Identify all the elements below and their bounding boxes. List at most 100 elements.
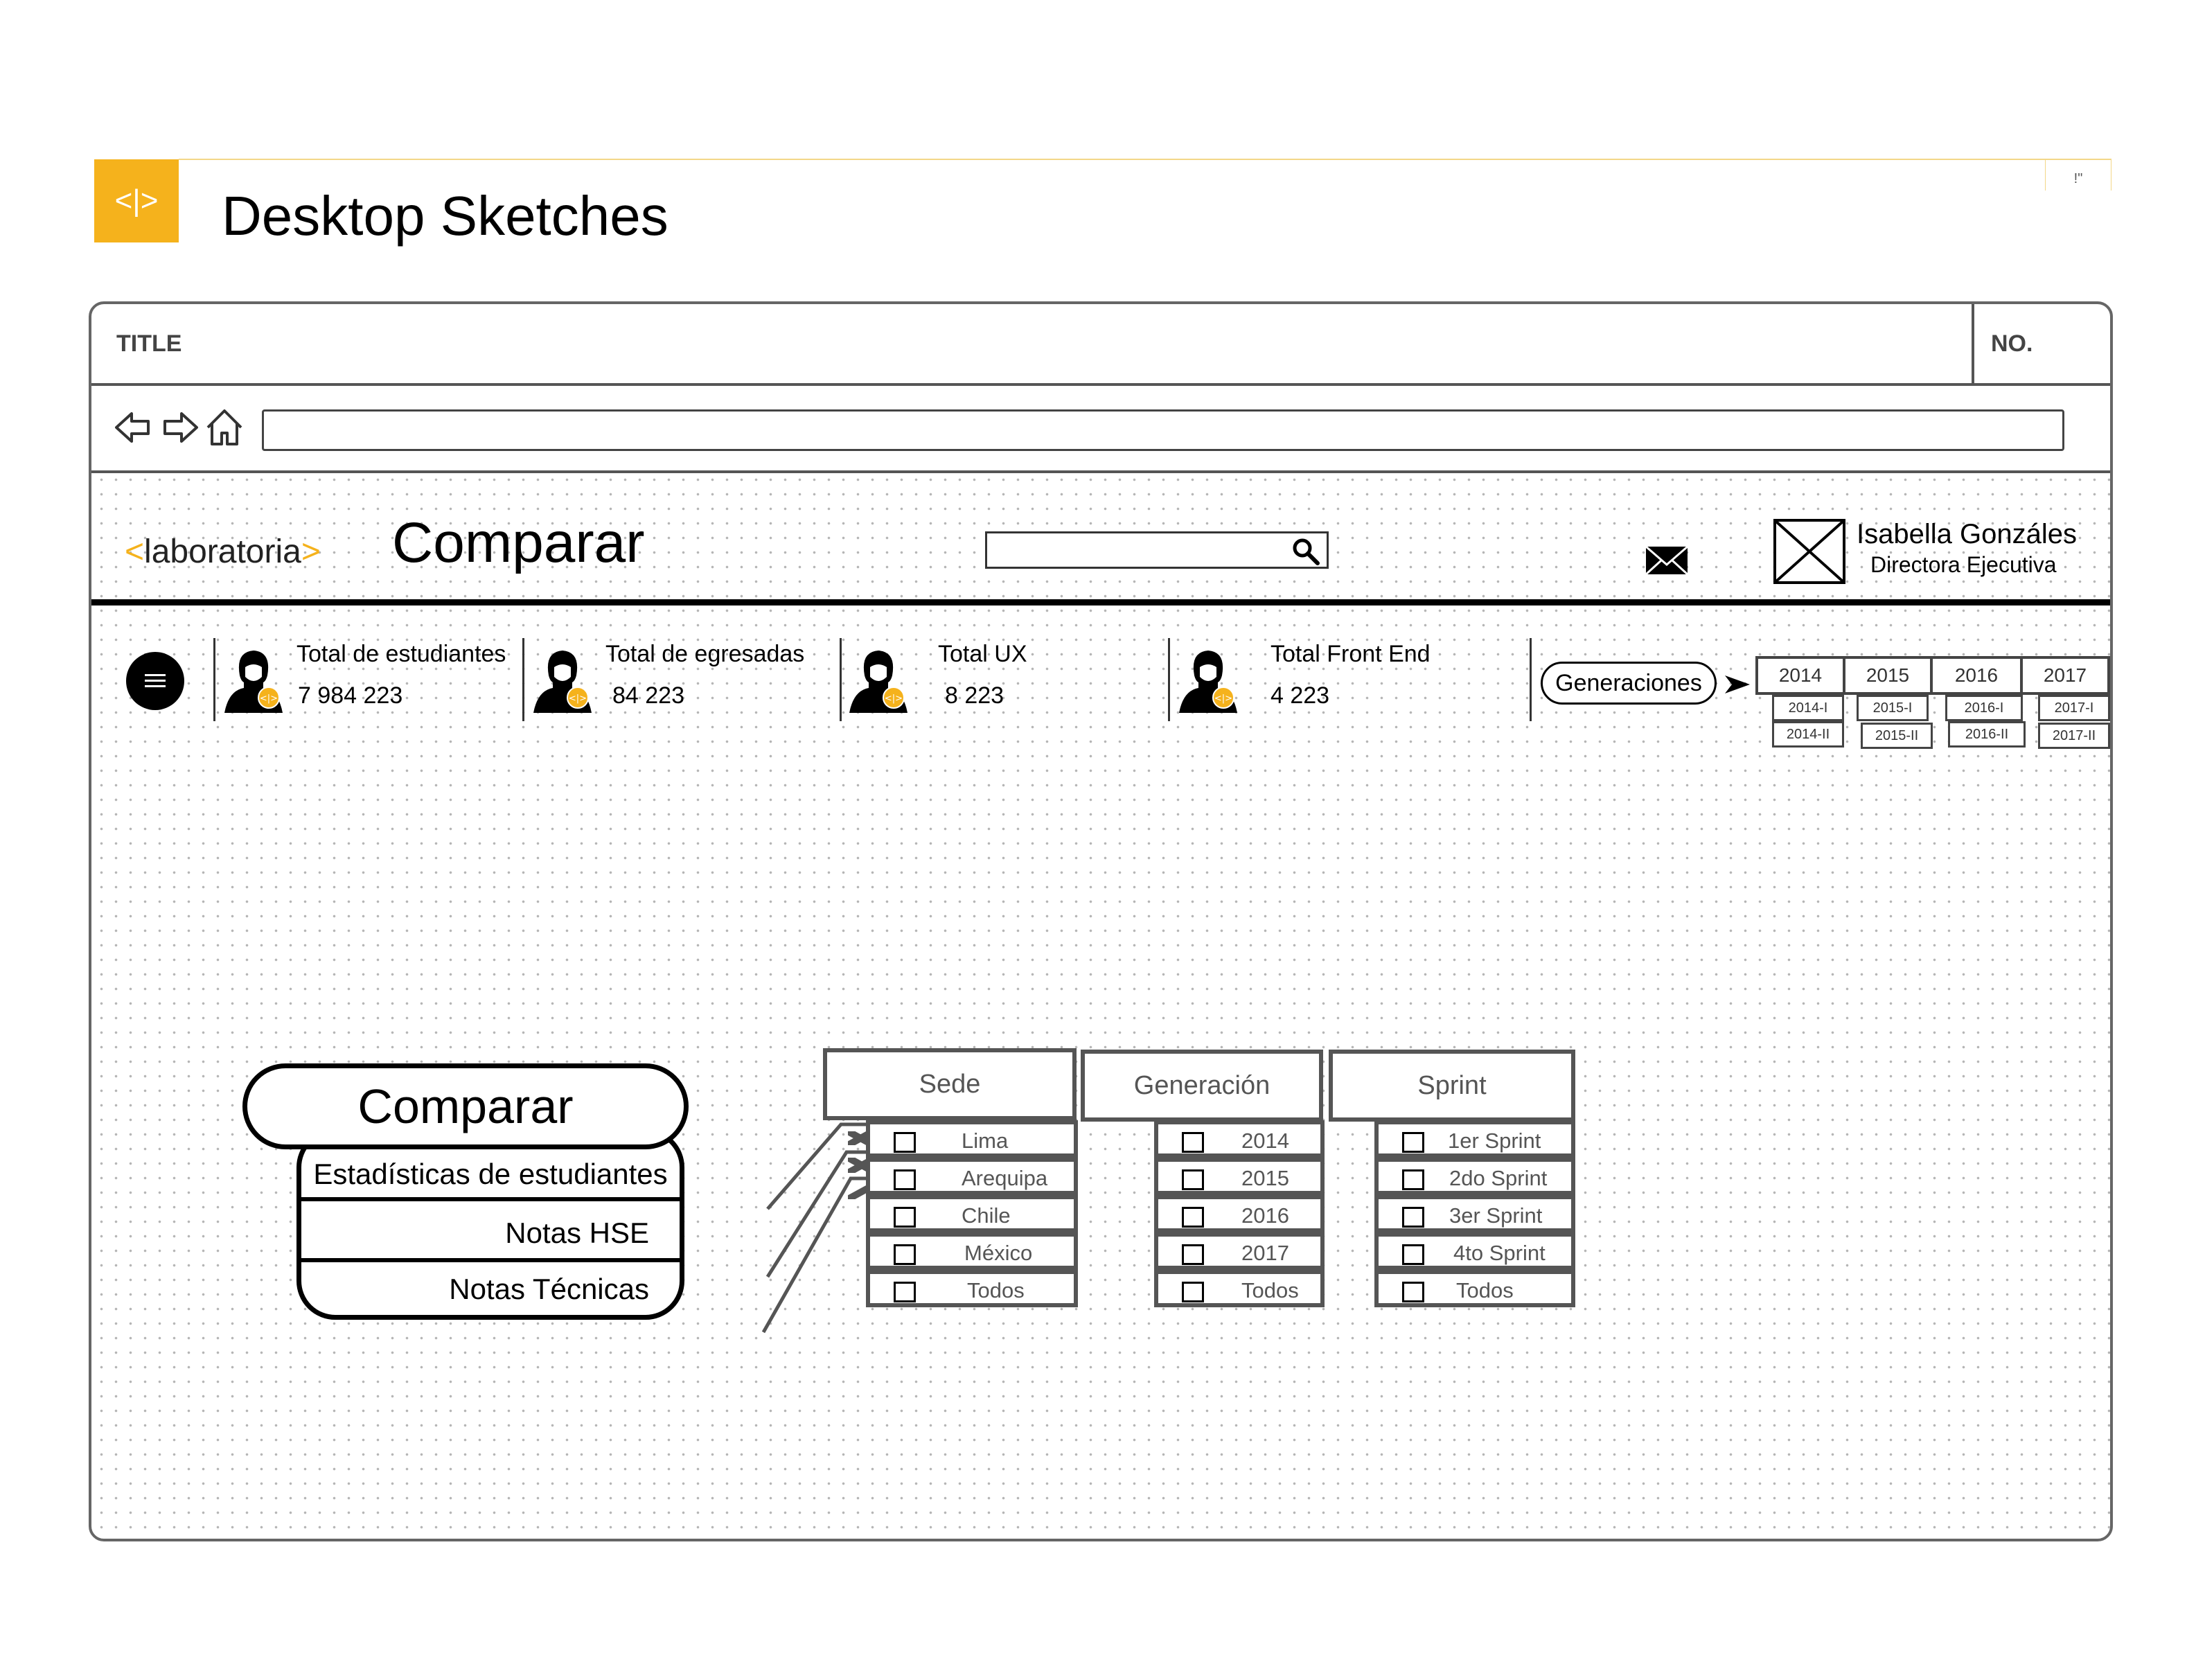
stat-value-frontend: 4 223 (1270, 682, 1330, 709)
filter-option[interactable]: Chile (866, 1195, 1078, 1232)
generation-option[interactable]: 2014-I (1772, 695, 1844, 721)
year-tab-2014[interactable]: 2014 (1755, 656, 1845, 695)
checkbox[interactable] (894, 1282, 916, 1302)
student-avatar-icon: <|> (224, 651, 283, 713)
filter-option[interactable]: 4to Sprint (1374, 1232, 1575, 1270)
brand-logo[interactable]: <laboratoria> (125, 533, 321, 571)
filter-option[interactable]: 3er Sprint (1374, 1195, 1575, 1232)
filter-option-label: 1er Sprint (1448, 1129, 1541, 1153)
filter-option-label: 2016 (1241, 1203, 1289, 1228)
stat-label-ux: Total UX (938, 641, 1027, 667)
sheet-logo: <|> (94, 159, 179, 242)
stat-divider (213, 638, 215, 721)
filter-option-label: Chile (962, 1203, 1011, 1228)
filter-option[interactable]: Todos (1154, 1270, 1325, 1307)
filter-option[interactable]: México (866, 1232, 1078, 1270)
user-role: Directora Ejecutiva (1870, 552, 2057, 577)
filter-option[interactable]: 2015 (1154, 1158, 1325, 1195)
filter-option-label: México (964, 1241, 1033, 1265)
menu-button[interactable] (126, 652, 184, 710)
filter-header-generacion[interactable]: Generación (1081, 1050, 1323, 1122)
option-technical-grades[interactable]: Notas Técnicas (301, 1264, 680, 1315)
checkbox[interactable] (894, 1132, 916, 1153)
stat-label-frontend: Total Front End (1270, 641, 1431, 667)
brand-open-bracket: < (125, 533, 145, 570)
brand-name: laboratoria (144, 533, 301, 570)
generation-option[interactable]: 2017-II (2038, 723, 2110, 749)
home-icon[interactable] (204, 407, 245, 448)
svg-text:<|>: <|> (1214, 693, 1232, 704)
generation-option[interactable]: 2015-I (1857, 695, 1929, 721)
url-bar[interactable] (262, 409, 2064, 451)
checkbox[interactable] (1182, 1169, 1204, 1190)
search-input[interactable] (985, 531, 1329, 569)
stat-value-graduates: 84 223 (612, 682, 684, 709)
generation-option[interactable]: 2016-II (1948, 721, 2026, 748)
forward-arrow-icon[interactable] (159, 407, 201, 448)
checkbox[interactable] (1182, 1132, 1204, 1153)
filter-option-label: 3er Sprint (1449, 1203, 1543, 1228)
user-avatar[interactable] (1773, 519, 1845, 584)
filter-header-sprint[interactable]: Sprint (1329, 1050, 1575, 1122)
mail-icon[interactable] (1645, 544, 1689, 577)
generations-button[interactable]: Generaciones (1541, 662, 1717, 705)
svg-text:<|>: <|> (260, 693, 278, 704)
checkbox[interactable] (1182, 1244, 1204, 1265)
compare-options: Estadísticas de estudiantes Notas HSE No… (296, 1129, 684, 1320)
number-cell: NO. (1972, 304, 2110, 386)
checkbox[interactable] (1402, 1169, 1424, 1190)
filter-option[interactable]: 2017 (1154, 1232, 1325, 1270)
year-tab-2015[interactable]: 2015 (1843, 656, 1933, 695)
option-hse-grades[interactable]: Notas HSE (301, 1205, 680, 1261)
app-viewport: <laboratoria> Comparar Isabella Gonzáles… (91, 473, 2110, 1539)
back-arrow-icon[interactable] (112, 407, 154, 448)
page-title: Comparar (392, 511, 645, 574)
filter-option[interactable]: 1er Sprint (1374, 1120, 1575, 1158)
checkbox[interactable] (1402, 1244, 1424, 1265)
year-tab-2017[interactable]: 2017 (2020, 656, 2110, 695)
number-label: NO. (1991, 330, 2033, 357)
filter-option-label: Arequipa (962, 1166, 1048, 1190)
header-divider (91, 599, 2110, 605)
student-avatar-icon: <|> (533, 651, 592, 713)
checkbox[interactable] (1402, 1207, 1424, 1228)
window-title: TITLE (116, 330, 182, 357)
generation-option[interactable]: 2016-I (1945, 695, 2023, 721)
filter-option[interactable]: Todos (866, 1270, 1078, 1307)
year-tab-2016[interactable]: 2016 (1930, 656, 2023, 695)
filter-option[interactable]: 2016 (1154, 1195, 1325, 1232)
generation-option[interactable]: 2014-II (1772, 721, 1844, 748)
filter-option[interactable]: 2014 (1154, 1120, 1325, 1158)
compare-button[interactable]: Comparar (242, 1063, 689, 1149)
stat-divider (1530, 638, 1532, 721)
option-student-stats[interactable]: Estadísticas de estudiantes (301, 1150, 680, 1199)
stat-label-students: Total de estudiantes (296, 641, 506, 667)
generation-option[interactable]: 2017-I (2038, 695, 2110, 721)
stat-divider (840, 638, 842, 721)
checkbox[interactable] (1402, 1132, 1424, 1153)
checkbox[interactable] (1182, 1282, 1204, 1302)
arrow-right-icon (1725, 675, 1750, 693)
generation-option[interactable]: 2015-II (1861, 723, 1933, 749)
checkbox[interactable] (894, 1207, 916, 1228)
checkbox[interactable] (894, 1169, 916, 1190)
checkbox[interactable] (894, 1244, 916, 1265)
brand-close-bracket: > (301, 533, 321, 570)
navigation-bar (91, 386, 2110, 473)
hamburger-menu-icon (145, 674, 166, 687)
browser-window: TITLE NO. <laboratoria> Comparar Isabell… (89, 301, 2113, 1541)
filter-option-label: 2do Sprint (1449, 1166, 1548, 1190)
filter-header-sede[interactable]: Sede (823, 1048, 1077, 1120)
search-icon[interactable] (1291, 536, 1321, 567)
stat-divider (1168, 638, 1170, 721)
filter-option-label: Todos (1241, 1278, 1299, 1302)
svg-text:<|>: <|> (569, 693, 587, 704)
filter-option-label: 4to Sprint (1453, 1241, 1546, 1265)
filter-option[interactable]: Arequipa (866, 1158, 1078, 1195)
checkbox[interactable] (1402, 1282, 1424, 1302)
checkbox[interactable] (1182, 1207, 1204, 1228)
filter-option[interactable]: Todos (1374, 1270, 1575, 1307)
sheet-mark: !" (2045, 159, 2111, 191)
filter-option[interactable]: Lima (866, 1120, 1078, 1158)
filter-option[interactable]: 2do Sprint (1374, 1158, 1575, 1195)
